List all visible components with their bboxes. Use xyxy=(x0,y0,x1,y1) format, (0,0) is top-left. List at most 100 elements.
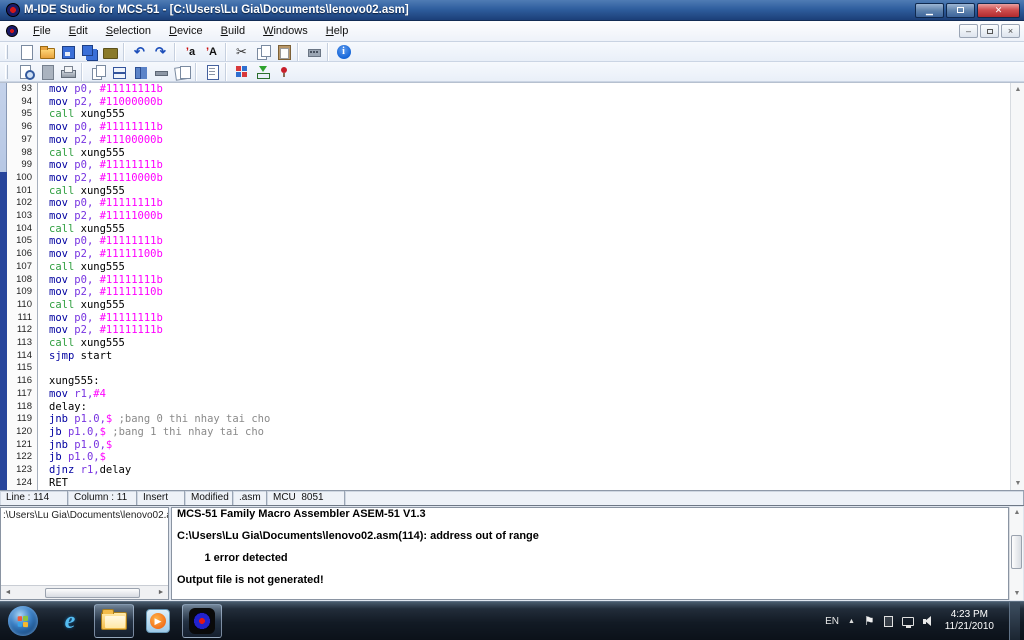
code-line: jb p1.0,$ ;bang 1 thi nhay tai cho xyxy=(49,425,264,438)
file-list-hscrollbar[interactable]: ◄ ► xyxy=(1,585,168,599)
vscroll-thumb[interactable] xyxy=(1011,535,1022,569)
print-preview-icon xyxy=(18,64,35,80)
join-lines-button[interactable] xyxy=(150,63,171,81)
menu-device[interactable]: Device xyxy=(160,23,212,39)
output-line: Output file is not generated! xyxy=(177,574,324,586)
print-preview-button[interactable] xyxy=(15,63,36,81)
code-line: jnb p1.0,$ xyxy=(49,438,113,451)
notes-icon xyxy=(204,64,220,80)
scroll-right-icon[interactable]: ► xyxy=(154,589,168,596)
toolbar-secondary xyxy=(0,62,1024,82)
scroll-up-icon[interactable]: ▲ xyxy=(1010,507,1024,519)
show-desktop-button[interactable] xyxy=(1009,601,1020,640)
toolbar-group xyxy=(198,62,226,81)
close-file-button[interactable] xyxy=(99,43,120,61)
status-filler xyxy=(345,491,1024,506)
line-number: 98 xyxy=(21,146,32,158)
page-setup-button[interactable] xyxy=(36,63,57,81)
save-all-button[interactable] xyxy=(78,43,99,61)
scroll-up-icon[interactable]: ▲ xyxy=(1011,83,1024,96)
save-button[interactable] xyxy=(57,43,78,61)
menu-windows[interactable]: Windows xyxy=(254,23,317,39)
menu-build[interactable]: Build xyxy=(212,23,254,39)
mdi-minimize-button[interactable]: – xyxy=(959,24,978,38)
new-file-button[interactable] xyxy=(15,43,36,61)
file-list-item[interactable]: :\Users\Lu Gia\Documents\lenovo02.asm xyxy=(1,508,168,521)
menu-selection[interactable]: Selection xyxy=(97,23,160,39)
show-hidden-icons-button[interactable]: ▲ xyxy=(848,618,855,625)
line-number: 99 xyxy=(21,159,32,171)
language-indicator[interactable]: EN xyxy=(825,616,839,627)
code-line: delay: xyxy=(49,400,87,413)
debug-button[interactable] xyxy=(273,63,294,81)
copy-pages-button[interactable] xyxy=(171,63,192,81)
columns-button[interactable] xyxy=(129,63,150,81)
hscroll-thumb[interactable] xyxy=(45,587,140,598)
code-editor[interactable]: 93 94 95 96 97 98 99 100 101 102 103 104 105 106 107 10… xyxy=(0,82,1024,490)
maximize-button[interactable] xyxy=(946,2,975,18)
line-number: 114 xyxy=(16,349,32,361)
build-output-panel[interactable]: MCS-51 Family Macro Assembler ASEM-51 V1… xyxy=(171,507,1009,600)
copy-button[interactable] xyxy=(252,43,273,61)
toolbar-grip[interactable] xyxy=(5,44,8,59)
debug-icon xyxy=(276,64,292,80)
menu-file[interactable]: File xyxy=(24,23,60,39)
duplicate-icon xyxy=(90,64,106,80)
open-file-button[interactable] xyxy=(36,43,57,61)
clock[interactable]: 4:23 PM 11/21/2010 xyxy=(945,609,994,633)
split-window-button[interactable] xyxy=(108,63,129,81)
copy-pages-icon xyxy=(174,64,191,80)
taskbar: e ▶ EN ▲ ⚑ 4:23 PM 11/21/2010 xyxy=(0,601,1024,640)
scroll-left-icon[interactable]: ◄ xyxy=(1,589,15,596)
editor-vertical-scrollbar[interactable]: ▲ ▼ xyxy=(1010,83,1024,490)
assemble-button[interactable] xyxy=(231,63,252,81)
code-line: call xung555 xyxy=(49,222,125,235)
load-hex-button[interactable] xyxy=(252,63,273,81)
action-center-icon[interactable]: ⚑ xyxy=(864,614,875,628)
options-button[interactable] xyxy=(303,43,324,61)
about-button[interactable]: i xyxy=(333,43,354,61)
scroll-down-icon[interactable]: ▼ xyxy=(1011,477,1024,490)
taskbar-item-internet-explorer[interactable]: e xyxy=(50,604,90,638)
mdi-restore-button[interactable] xyxy=(980,24,999,38)
taskbar-item-media-player[interactable]: ▶ xyxy=(138,604,178,638)
print-button[interactable] xyxy=(57,63,78,81)
redo-button[interactable]: ↷ xyxy=(150,43,171,61)
duplicate-button[interactable] xyxy=(87,63,108,81)
minimize-button[interactable]: ▁ xyxy=(915,2,944,18)
volume-icon[interactable] xyxy=(922,615,936,627)
mdi-close-button[interactable]: × xyxy=(1001,24,1020,38)
menu-edit[interactable]: Edit xyxy=(60,23,97,39)
code-line: xung555: xyxy=(49,375,100,388)
line-number: 109 xyxy=(16,286,32,298)
toolbar-group: ✂ xyxy=(228,42,298,61)
taskbar-item-mide-studio[interactable] xyxy=(182,604,222,638)
toolbar-group xyxy=(84,62,196,81)
paste-button[interactable] xyxy=(273,43,294,61)
menu-help[interactable]: Help xyxy=(317,23,358,39)
document-tray-icon[interactable] xyxy=(883,615,893,627)
toolbar-grip[interactable] xyxy=(5,64,8,79)
code-area[interactable]: mov p0, #11111111b mov p2, #11000000b call… xyxy=(39,83,1010,490)
taskbar-item-explorer[interactable] xyxy=(94,604,134,638)
scroll-down-icon[interactable]: ▼ xyxy=(1010,588,1024,600)
code-line: mov p2, #11100000b xyxy=(49,133,163,146)
lowercase-button[interactable]: ’ a xyxy=(180,43,201,61)
code-line: mov p2, #11111111b xyxy=(49,324,163,337)
output-vertical-scrollbar[interactable]: ▲ ▼ xyxy=(1009,507,1023,600)
undo-button[interactable]: ↶ xyxy=(129,43,150,61)
mide-studio-icon xyxy=(189,608,215,634)
code-line: mov p2, #11000000b xyxy=(49,95,163,108)
notes-button[interactable] xyxy=(201,63,222,81)
line-number: 103 xyxy=(16,210,32,222)
code-line: mov p0, #11111111b xyxy=(49,273,163,286)
cut-button[interactable]: ✂ xyxy=(231,43,252,61)
start-button[interactable] xyxy=(8,606,38,636)
file-list-panel[interactable]: :\Users\Lu Gia\Documents\lenovo02.asm ◄ … xyxy=(0,507,169,600)
uppercase-button[interactable]: ’ A xyxy=(201,43,222,61)
title-bar[interactable]: M-IDE Studio for MCS-51 - [C:\Users\Lu G… xyxy=(0,0,1024,21)
close-button[interactable]: ✕ xyxy=(977,2,1020,18)
network-icon[interactable] xyxy=(901,616,914,628)
line-number: 105 xyxy=(16,235,32,247)
